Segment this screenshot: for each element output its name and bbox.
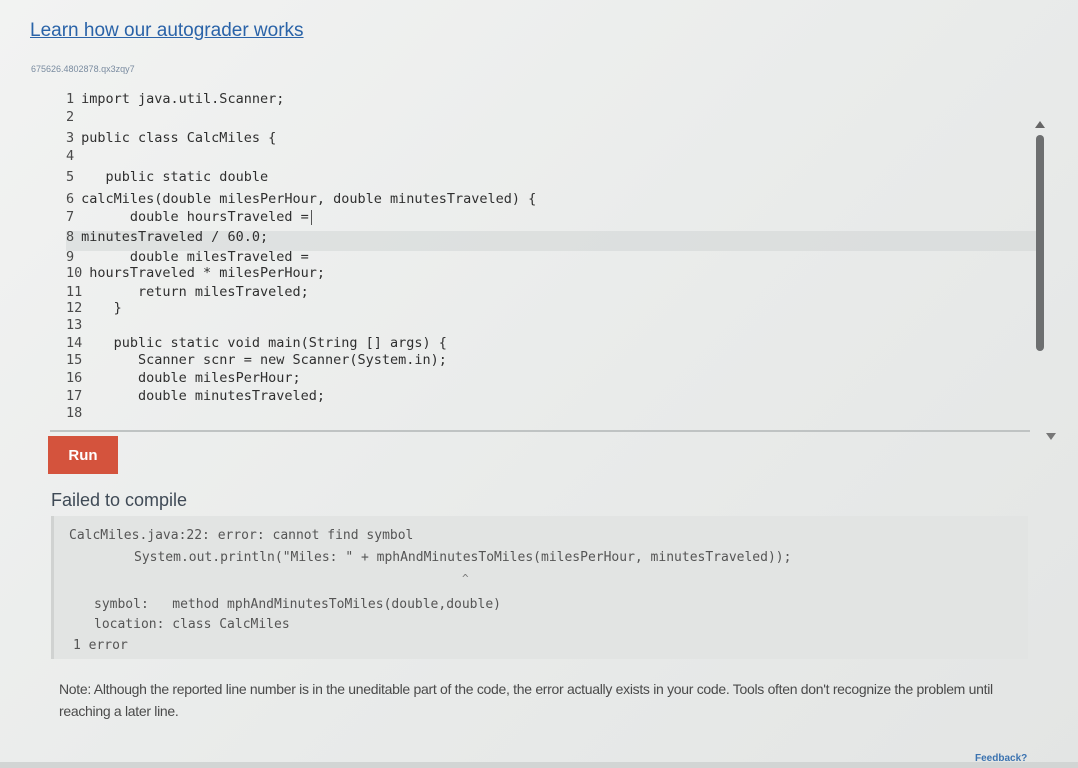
code-line: 5 public static double xyxy=(66,168,268,186)
line-number: 6 xyxy=(66,191,75,207)
error-line: location: class CalcMiles xyxy=(94,617,290,632)
code-line: 15 Scanner scnr = new Scanner(System.in)… xyxy=(66,351,447,369)
line-number: 7 xyxy=(66,209,75,225)
code-line: 10 hoursTraveled * milesPerHour; xyxy=(66,264,325,282)
line-text: double milesTraveled = xyxy=(81,249,309,265)
run-button[interactable]: Run xyxy=(48,436,118,474)
code-line: 13 xyxy=(66,316,89,334)
line-text: public static double xyxy=(81,169,269,185)
line-number: 13 xyxy=(66,317,83,333)
line-text: hoursTraveled * milesPerHour; xyxy=(89,265,325,281)
error-line: CalcMiles.java:22: error: cannot find sy… xyxy=(69,528,414,543)
code-line: 16 double milesPerHour; xyxy=(66,369,301,387)
line-text: double milesPerHour; xyxy=(89,370,301,386)
feedback-link[interactable]: Feedback? xyxy=(975,753,1027,764)
footer-bar xyxy=(0,762,1078,768)
scroll-down-arrow-icon[interactable] xyxy=(1046,433,1056,440)
code-line: 14 public static void main(String [] arg… xyxy=(66,334,447,352)
code-line: 2 xyxy=(66,108,81,126)
code-line: 7 double hoursTraveled = xyxy=(66,208,312,226)
line-text: import java.util.Scanner; xyxy=(81,91,285,107)
code-line: 4 xyxy=(66,147,81,165)
code-line: 17 double minutesTraveled; xyxy=(66,387,325,405)
line-number: 8 xyxy=(66,229,75,245)
line-number: 16 xyxy=(66,370,83,386)
line-number: 12 xyxy=(66,300,83,316)
error-caret: ^ xyxy=(462,572,469,585)
line-number: 3 xyxy=(66,130,75,146)
line-text: double hoursTraveled = xyxy=(81,209,309,225)
error-line: symbol: method mphAndMinutesToMiles(doub… xyxy=(94,597,501,612)
code-line: 12 } xyxy=(66,299,122,317)
learn-autograder-link[interactable]: Learn how our autograder works xyxy=(30,20,304,42)
line-number: 15 xyxy=(66,352,83,368)
line-text: calcMiles(double milesPerHour, double mi… xyxy=(81,191,537,207)
compile-note: Note: Although the reported line number … xyxy=(59,681,993,719)
line-number: 18 xyxy=(66,405,83,421)
code-line: 6 calcMiles(double milesPerHour, double m… xyxy=(66,190,536,208)
error-line: 1 error xyxy=(73,638,128,653)
line-text: } xyxy=(89,300,122,316)
code-id-label: 675626.4802878.qx3zqy7 xyxy=(31,64,135,74)
line-number: 2 xyxy=(66,109,75,125)
line-number: 17 xyxy=(66,388,83,404)
code-line: 3 public class CalcMiles { xyxy=(66,129,276,147)
line-text: minutesTraveled / 60.0; xyxy=(81,229,269,245)
autograder-page: Learn how our autograder works 675626.48… xyxy=(0,0,1078,768)
editor-scrollbar[interactable] xyxy=(1030,115,1056,445)
code-line: 8 minutesTraveled / 60.0; xyxy=(66,228,268,246)
line-number: 14 xyxy=(66,335,83,351)
scroll-thumb[interactable] xyxy=(1036,135,1044,351)
code-editor[interactable]: 1 import java.util.Scanner; 2 3 public cla… xyxy=(50,88,1041,432)
line-number: 10 xyxy=(66,265,83,281)
text-cursor xyxy=(310,209,312,225)
line-number: 1 xyxy=(66,91,75,107)
line-text: return milesTraveled; xyxy=(89,284,309,300)
line-text: public static void main(String [] args) … xyxy=(89,335,447,351)
line-number: 5 xyxy=(66,169,75,185)
scroll-up-arrow-icon[interactable] xyxy=(1035,121,1045,128)
line-text: Scanner scnr = new Scanner(System.in); xyxy=(89,352,447,368)
error-line: System.out.println("Miles: " + mphAndMin… xyxy=(134,550,792,565)
line-number: 4 xyxy=(66,148,75,164)
line-text: public class CalcMiles { xyxy=(81,130,277,146)
code-line: 18 xyxy=(66,404,89,422)
compiler-error-output: CalcMiles.java:22: error: cannot find sy… xyxy=(51,516,1028,659)
line-text: double minutesTraveled; xyxy=(89,388,325,404)
result-title: Failed to compile xyxy=(51,490,188,510)
code-line: 1 import java.util.Scanner; xyxy=(66,90,284,108)
